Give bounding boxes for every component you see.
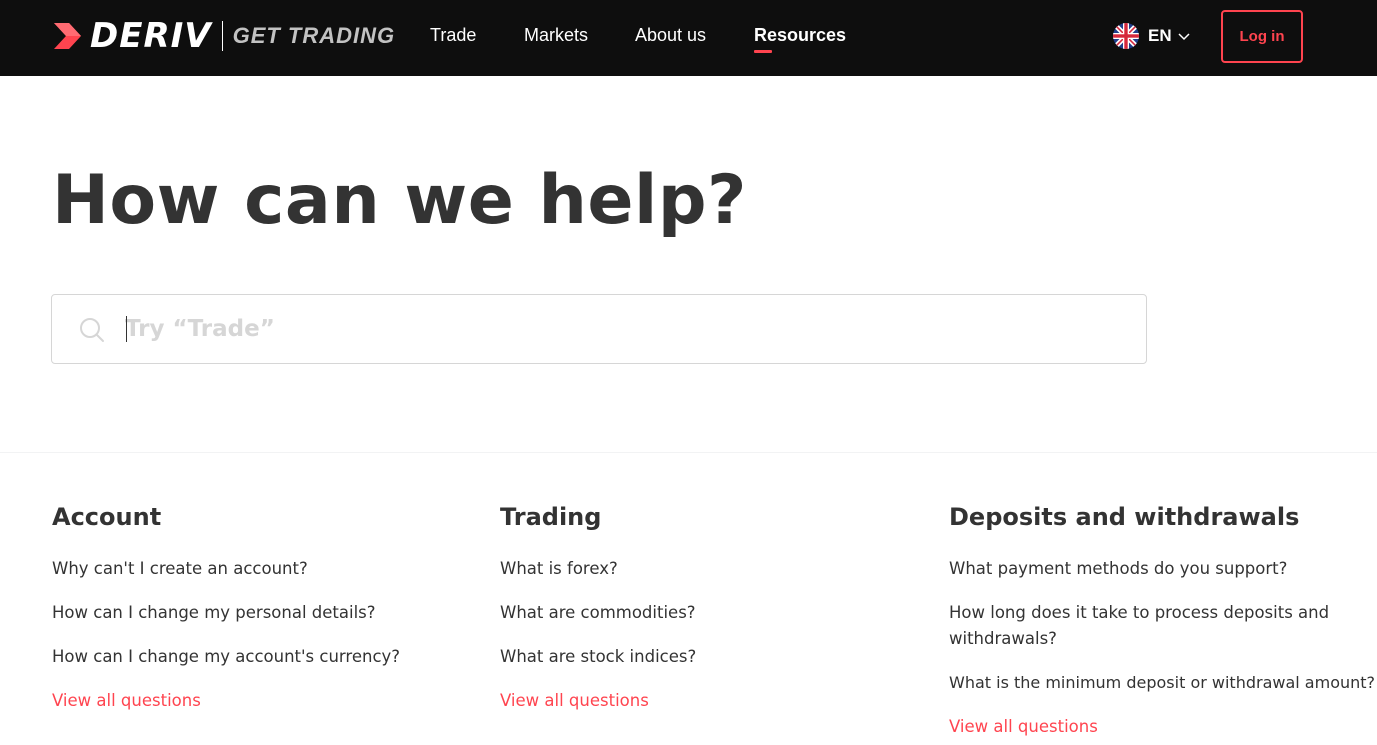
question-list: What is forex? What are commodities? Wha… xyxy=(500,556,920,670)
question-list: Why can't I create an account? How can I… xyxy=(52,556,472,670)
view-all-questions-link[interactable]: View all questions xyxy=(52,688,472,714)
view-all-questions-link[interactable]: View all questions xyxy=(949,714,1374,740)
search-input[interactable] xyxy=(125,307,1125,351)
uk-flag-icon xyxy=(1113,23,1139,49)
login-button[interactable]: Log in xyxy=(1221,10,1303,63)
top-navbar: DERIV GET TRADING Trade Markets About us… xyxy=(0,0,1377,76)
question-link[interactable]: Why can't I create an account? xyxy=(52,556,472,582)
search-icon xyxy=(80,318,104,342)
nav-link-about-us[interactable]: About us xyxy=(635,24,706,46)
nav-link-markets[interactable]: Markets xyxy=(524,24,588,46)
question-link[interactable]: What are stock indices? xyxy=(500,644,920,670)
active-nav-indicator xyxy=(754,50,772,53)
logo-divider xyxy=(221,21,223,51)
deriv-logo[interactable]: DERIV GET TRADING xyxy=(52,18,395,54)
text-caret xyxy=(126,316,127,342)
nav-link-resources[interactable]: Resources xyxy=(754,24,846,46)
question-link[interactable]: What is forex? xyxy=(500,556,920,582)
page-title: How can we help? xyxy=(52,161,747,240)
question-link[interactable]: What is the minimum deposit or withdrawa… xyxy=(949,670,1375,696)
nav-link-trade[interactable]: Trade xyxy=(430,24,476,46)
category-trading: Trading What is forex? What are commodit… xyxy=(500,500,920,714)
category-title: Deposits and withdrawals xyxy=(949,503,1300,531)
view-all-questions-link[interactable]: View all questions xyxy=(500,688,920,714)
question-link[interactable]: What are commodities? xyxy=(500,600,920,626)
section-divider xyxy=(0,452,1377,453)
chevron-down-icon xyxy=(1178,33,1190,41)
brand-name: DERIV xyxy=(90,16,212,56)
question-link[interactable]: How can I change my account's currency? xyxy=(52,644,472,670)
question-link[interactable]: How can I change my personal details? xyxy=(52,600,472,626)
search-box[interactable] xyxy=(51,294,1147,364)
question-link[interactable]: What payment methods do you support? xyxy=(949,556,1374,582)
deriv-logo-mark-icon xyxy=(54,23,81,49)
brand-tagline: GET TRADING xyxy=(232,23,396,48)
category-title: Trading xyxy=(500,503,602,531)
category-deposits-and-withdrawals: Deposits and withdrawals What payment me… xyxy=(949,500,1375,740)
question-link[interactable]: How long does it take to process deposit… xyxy=(949,600,1374,652)
category-title: Account xyxy=(52,503,162,531)
category-account: Account Why can't I create an account? H… xyxy=(52,500,472,714)
question-list: What payment methods do you support? How… xyxy=(949,556,1375,696)
language-code: EN xyxy=(1148,26,1172,45)
language-selector[interactable]: EN xyxy=(1113,22,1191,50)
